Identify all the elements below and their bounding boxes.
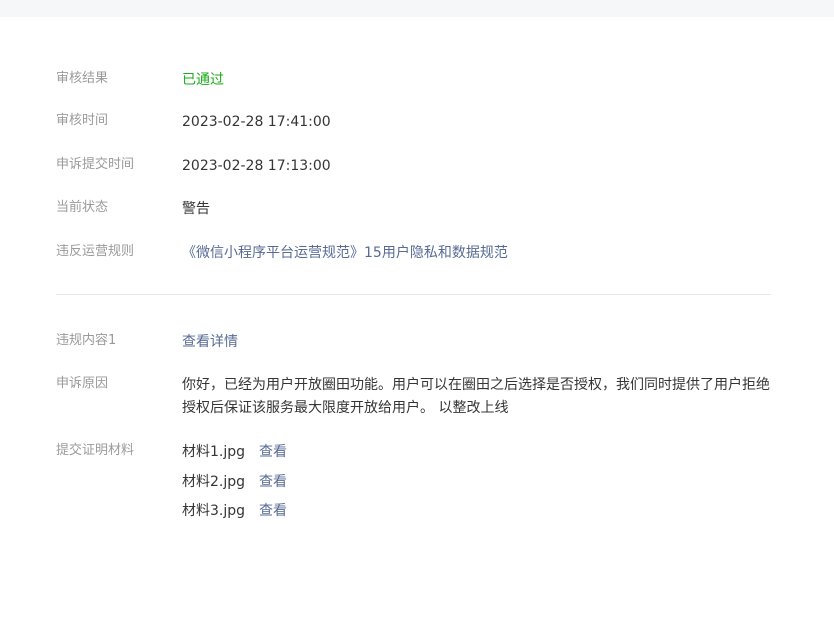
material-filename: 材料2.jpg <box>182 473 246 490</box>
current-status-value: 警告 <box>182 201 210 217</box>
material-item: 材料2.jpg 查看 <box>182 471 771 501</box>
materials-list: 材料1.jpg 查看 材料2.jpg 查看 材料3.jpg 查看 <box>182 441 771 530</box>
section-divider <box>56 294 771 295</box>
violated-rule-label: 违反运营规则 <box>56 244 135 259</box>
material-view-link[interactable]: 查看 <box>259 444 287 460</box>
material-view-link[interactable]: 查看 <box>259 474 287 490</box>
top-strip <box>0 0 834 17</box>
review-result-value: 已通过 <box>182 72 224 88</box>
materials-label: 提交证明材料 <box>56 443 135 458</box>
material-item: 材料1.jpg 查看 <box>182 441 771 471</box>
material-view-link[interactable]: 查看 <box>259 503 287 519</box>
material-filename: 材料1.jpg <box>182 444 246 460</box>
material-item: 材料3.jpg 查看 <box>182 500 771 530</box>
view-details-link[interactable]: 查看详情 <box>182 331 771 353</box>
review-result-label: 审核结果 <box>56 71 109 86</box>
violation-content-label: 违规内容1 <box>56 333 117 348</box>
appeal-reason-text: 你好，已经为用户开放圈田功能。用户可以在圈田之后选择是否授权，我们同时提供了用户… <box>182 377 770 416</box>
current-status-label: 当前状态 <box>56 200 109 215</box>
review-time-value: 2023-02-28 17:41:00 <box>182 114 331 130</box>
violated-rule-link[interactable]: 《微信小程序平台运营规范》15用户隐私和数据规范 <box>182 242 771 264</box>
material-filename: 材料3.jpg <box>182 503 246 519</box>
appeal-reason-label: 申诉原因 <box>56 376 109 391</box>
review-time-label: 审核时间 <box>56 113 109 128</box>
appeal-time-label: 申诉提交时间 <box>56 157 135 172</box>
appeal-time-value: 2023-02-28 17:13:00 <box>182 158 331 174</box>
